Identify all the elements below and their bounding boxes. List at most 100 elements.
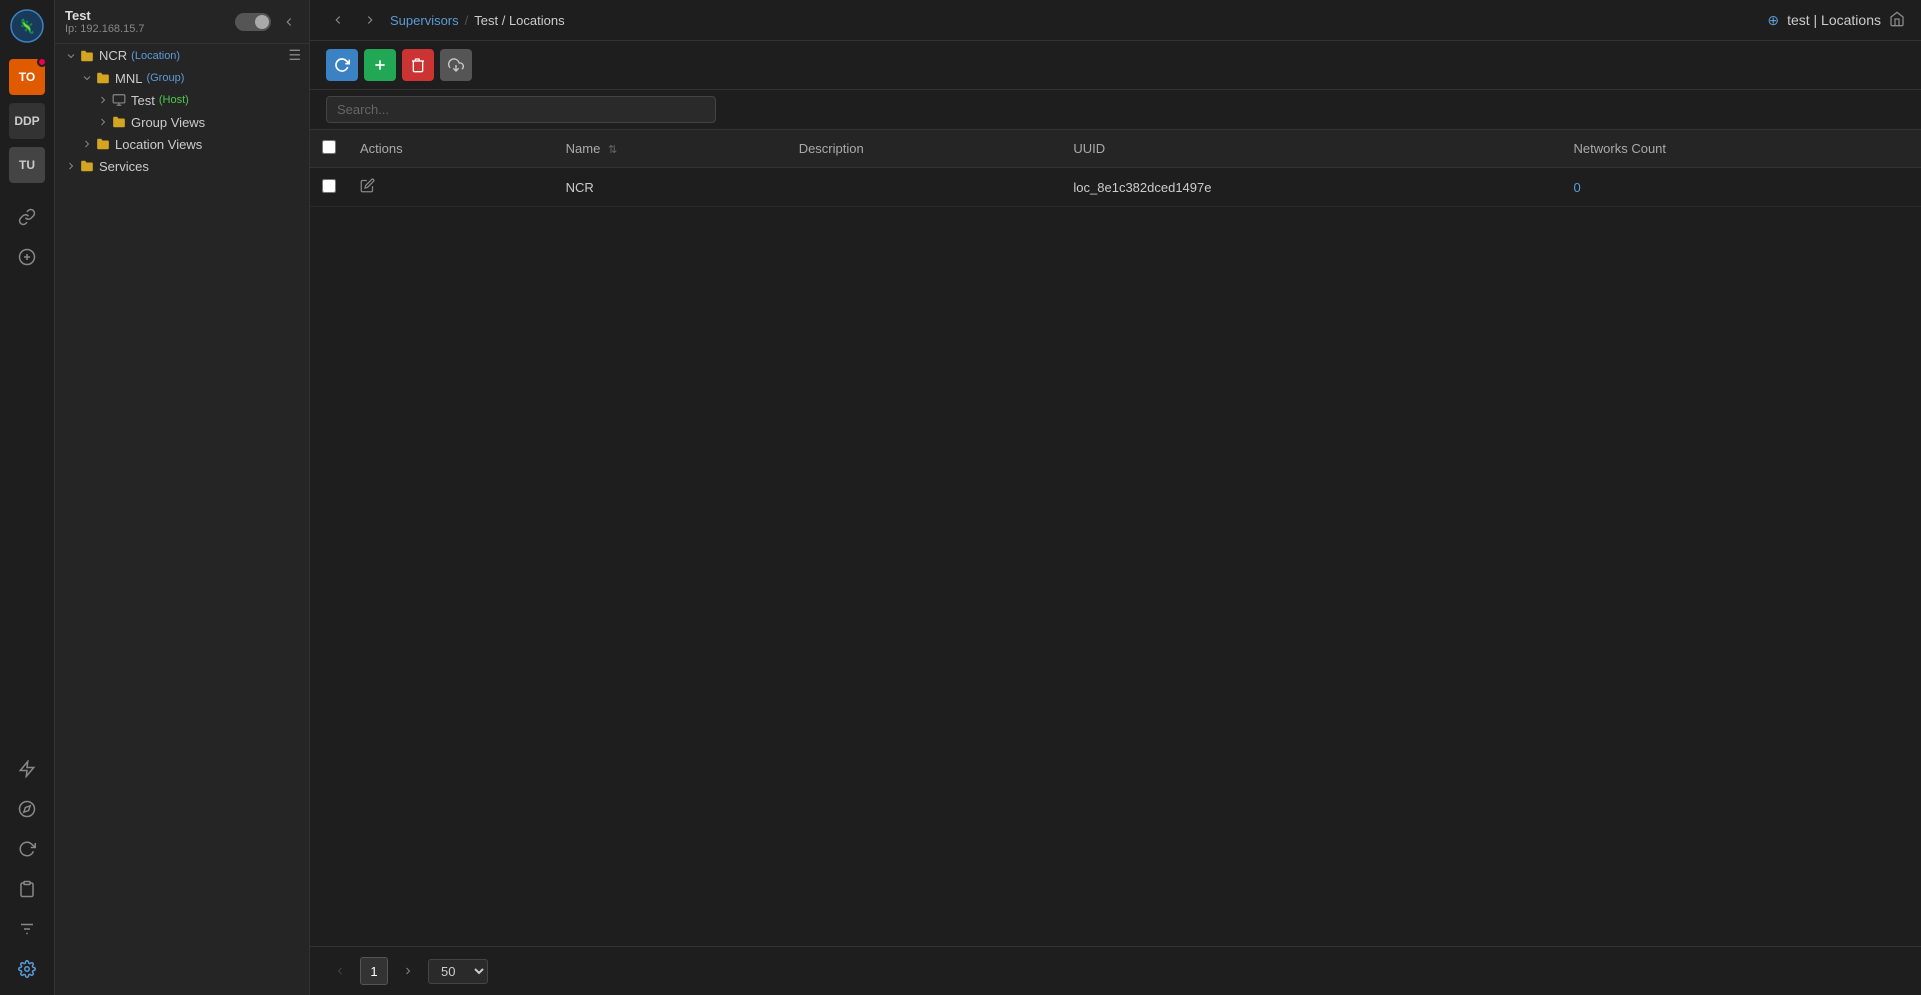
tree-item-group-views[interactable]: Group Views (55, 111, 309, 133)
chevron-down-icon (63, 48, 79, 64)
table-container: Actions Name ⇅ Description UUID Networks… (310, 130, 1921, 946)
page-title-area: ⊕ test | Locations (1767, 11, 1905, 30)
folder-icon (79, 158, 95, 174)
chevron-right-icon (95, 114, 111, 130)
settings-icon[interactable] (9, 951, 45, 987)
row-networks-count-link[interactable]: 0 (1574, 180, 1581, 195)
chevron-down-icon (79, 70, 95, 86)
refresh-icon[interactable] (9, 831, 45, 867)
breadcrumb: Supervisors / Test / Locations (390, 13, 565, 28)
row-networks-count-cell: 0 (1562, 168, 1921, 207)
header-uuid: UUID (1061, 130, 1561, 168)
compass-icon[interactable] (9, 791, 45, 827)
search-input[interactable] (326, 96, 716, 123)
row-checkbox[interactable] (322, 179, 336, 193)
row-description-cell (787, 168, 1062, 207)
location-pin-icon: ⊕ (1767, 12, 1779, 29)
tree-label-mnl: MNL (115, 71, 142, 86)
add-icon[interactable] (9, 239, 45, 275)
chevron-right-icon (63, 158, 79, 174)
breadcrumb-supervisors[interactable]: Supervisors (390, 13, 459, 28)
folder-icon (95, 136, 111, 152)
top-bar: Supervisors / Test / Locations ⊕ test | … (310, 0, 1921, 41)
tree-tag-ncr: (Location) (131, 50, 180, 62)
avatar-tu-label: TU (19, 158, 35, 172)
search-bar (310, 90, 1921, 130)
row-networks-count: 0 (1574, 180, 1581, 195)
folder-icon (79, 48, 95, 64)
tree-menu-icon[interactable]: ☰ (288, 47, 301, 64)
select-all-checkbox[interactable] (322, 140, 336, 154)
chevron-right-icon (79, 136, 95, 152)
page-title: test | Locations (1787, 12, 1881, 28)
folder-icon (95, 70, 111, 86)
header-checkbox-cell (310, 130, 348, 168)
edit-icon[interactable] (360, 180, 375, 196)
header-networks-count: Networks Count (1562, 130, 1921, 168)
table-header-row: Actions Name ⇅ Description UUID Networks… (310, 130, 1921, 168)
row-uuid: loc_8e1c382dced1497e (1073, 180, 1211, 195)
chevron-right-icon (95, 92, 111, 108)
sidebar: Test Ip: 192.168.15.7 NCR (Location) ☰ (55, 0, 310, 995)
breadcrumb-current: Test / Locations (474, 13, 564, 28)
row-actions-cell (348, 168, 554, 207)
tree-label-services: Services (99, 159, 149, 174)
tree-item-test[interactable]: Test (Host) (55, 89, 309, 111)
delete-button[interactable] (402, 49, 434, 81)
tree-item-mnl[interactable]: MNL (Group) (55, 67, 309, 89)
tree-label-test: Test (131, 93, 155, 108)
tree-tag-test: (Host) (159, 94, 189, 106)
sort-icon: ⇅ (608, 143, 617, 156)
filter-icon[interactable] (9, 911, 45, 947)
main-content: Supervisors / Test / Locations ⊕ test | … (310, 0, 1921, 995)
refresh-button[interactable] (326, 49, 358, 81)
page-number: 1 (370, 964, 377, 979)
sidebar-title: Test (65, 8, 227, 23)
lightning-icon[interactable] (9, 751, 45, 787)
header-name[interactable]: Name ⇅ (554, 130, 787, 168)
header-networks-count-label: Networks Count (1574, 141, 1666, 156)
nav-forward-button[interactable] (358, 8, 382, 32)
pagination: 1 50 100 200 (310, 946, 1921, 995)
table-row: NCR loc_8e1c382dced1497e 0 (310, 168, 1921, 207)
next-page-button[interactable] (394, 957, 422, 985)
nav-back-button[interactable] (326, 8, 350, 32)
clipboard-icon[interactable] (9, 871, 45, 907)
page-1-button[interactable]: 1 (360, 957, 388, 985)
sidebar-collapse-button[interactable] (279, 12, 299, 32)
prev-page-button[interactable] (326, 957, 354, 985)
header-actions-label: Actions (360, 141, 403, 156)
toggle-knob (255, 15, 269, 29)
sidebar-title-group: Test Ip: 192.168.15.7 (65, 8, 227, 35)
avatar-tu[interactable]: TU (9, 147, 45, 183)
icon-bar: 🦎 TO DDP TU (0, 0, 55, 995)
sidebar-toggle[interactable] (235, 13, 271, 31)
sidebar-ip: Ip: 192.168.15.7 (65, 23, 227, 35)
avatar-to[interactable]: TO (9, 59, 45, 95)
svg-text:🦎: 🦎 (18, 18, 35, 35)
avatar-ddp[interactable]: DDP (9, 103, 45, 139)
icon-bar-bottom (9, 751, 45, 987)
host-icon (111, 92, 127, 108)
header-uuid-label: UUID (1073, 141, 1105, 156)
export-button[interactable] (440, 49, 472, 81)
sidebar-header: Test Ip: 192.168.15.7 (55, 0, 309, 44)
row-uuid-cell: loc_8e1c382dced1497e (1061, 168, 1561, 207)
tree-label-group-views: Group Views (131, 115, 205, 130)
tree-item-services[interactable]: Services (55, 155, 309, 177)
header-description-label: Description (799, 141, 864, 156)
tree-item-location-views[interactable]: Location Views (55, 133, 309, 155)
add-button[interactable] (364, 49, 396, 81)
tree-item-ncr[interactable]: NCR (Location) ☰ (55, 44, 309, 67)
row-name: NCR (566, 180, 594, 195)
app-logo: 🦎 (9, 8, 45, 47)
home-icon[interactable] (1889, 11, 1905, 30)
locations-table: Actions Name ⇅ Description UUID Networks… (310, 130, 1921, 207)
folder-icon (111, 114, 127, 130)
avatar-to-label: TO (19, 70, 35, 84)
link-icon[interactable] (9, 199, 45, 235)
tree-label-location-views: Location Views (115, 137, 202, 152)
row-name-cell: NCR (554, 168, 787, 207)
page-size-select[interactable]: 50 100 200 (428, 959, 488, 984)
row-checkbox-cell (310, 168, 348, 207)
